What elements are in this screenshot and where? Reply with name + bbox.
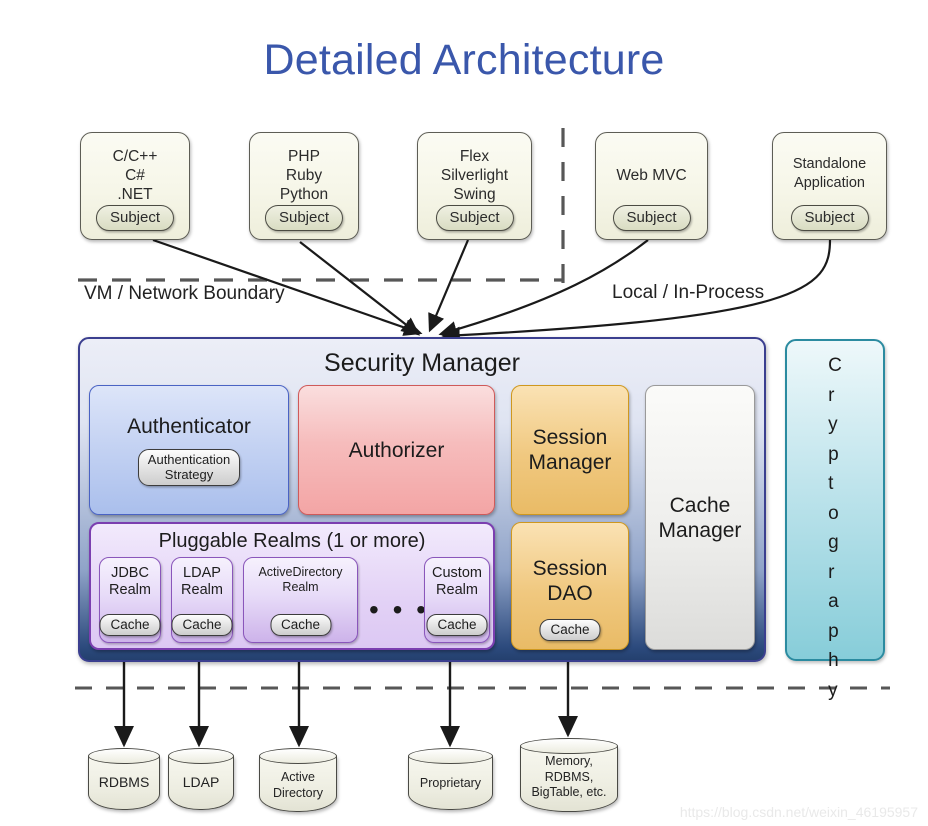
arrow-client2-to-securitymanager — [299, 241, 421, 336]
subject-badge[interactable]: Subject — [435, 205, 514, 231]
realm-activedirectory[interactable]: ActiveDirectory Realm Cache — [243, 557, 358, 643]
authentication-strategy-pill[interactable]: Authentication Strategy — [137, 449, 241, 486]
cylinder-top — [259, 748, 337, 764]
datastore-label: LDAP — [182, 774, 220, 790]
subject-badge[interactable]: Subject — [264, 205, 344, 231]
cylinder-top — [168, 748, 234, 764]
client-label: Web MVC — [616, 167, 687, 184]
client-label: C/C++ C# .NET — [112, 148, 158, 203]
cryptography-panel[interactable]: Cryptography — [785, 339, 885, 701]
watermark-text: https://blog.csdn.net/weixin_46195957 — [679, 804, 918, 820]
authorizer-panel[interactable]: Authorizer — [298, 385, 495, 515]
authorizer-label: Authorizer — [348, 438, 445, 462]
pluggable-realms-container[interactable]: Pluggable Realms (1 or more) JDBC Realm … — [89, 522, 495, 650]
datastore-label: Memory, RDBMS, BigTable, etc. — [531, 754, 607, 799]
cryptography-letter: a — [828, 591, 839, 612]
datastore-rdbms[interactable]: RDBMS — [88, 748, 160, 812]
authenticator-panel[interactable]: Authenticator Authentication Strategy — [89, 385, 289, 515]
client-box-richui[interactable]: Flex Silverlight Swing Subject — [417, 132, 532, 240]
realm-label: JDBC Realm — [109, 565, 151, 598]
realm-custom[interactable]: Custom Realm Cache — [424, 557, 490, 643]
realm-cache-pill[interactable]: Cache — [426, 614, 488, 636]
realm-cache-pill[interactable]: Cache — [99, 614, 161, 636]
realms-ellipsis: • • • — [369, 594, 429, 625]
realm-ldap[interactable]: LDAP Realm Cache — [171, 557, 233, 643]
client-box-native[interactable]: C/C++ C# .NET Subject — [80, 132, 190, 240]
client-label: Flex Silverlight Swing — [440, 148, 509, 203]
cryptography-letter: y — [828, 414, 838, 435]
client-box-webmvc[interactable]: Web MVC Subject — [595, 132, 708, 240]
session-dao-cache-pill[interactable]: Cache — [539, 619, 601, 641]
cryptography-letter: g — [828, 532, 839, 553]
cryptography-letter: p — [828, 443, 839, 465]
diagram-canvas: Detailed Architecture C/C++ C# .NET Subj… — [0, 0, 928, 826]
client-label: PHP Ruby Python — [279, 148, 329, 203]
session-manager-label: Session Manager — [528, 426, 612, 474]
datastore-memory[interactable]: Memory, RDBMS, BigTable, etc. — [520, 738, 618, 814]
cylinder-top — [408, 748, 493, 764]
datastore-label: Proprietary — [419, 776, 482, 790]
cylinder-top — [520, 738, 618, 754]
cylinder-top — [88, 748, 160, 764]
realm-cache-pill[interactable]: Cache — [171, 614, 233, 636]
client-label: Standalone Application — [792, 156, 867, 191]
datastore-label: Active Directory — [272, 770, 323, 800]
cryptography-letter: o — [828, 502, 839, 524]
realm-cache-pill[interactable]: Cache — [269, 614, 332, 636]
arrow-client3-to-securitymanager — [428, 239, 470, 333]
datastore-activedirectory[interactable]: Active Directory — [259, 748, 337, 814]
vm-network-boundary-label: VM / Network Boundary — [84, 283, 285, 304]
cryptography-letter: t — [828, 473, 834, 494]
cryptography-letter: r — [828, 384, 835, 406]
realm-label: LDAP Realm — [181, 565, 223, 598]
session-dao-panel[interactable]: Session DAO Cache — [511, 522, 629, 650]
cryptography-letter: p — [828, 620, 839, 642]
datastore-label: RDBMS — [98, 774, 150, 790]
cryptography-letter: y — [828, 679, 838, 701]
cache-manager-label: Cache Manager — [658, 493, 742, 542]
security-manager-title: Security Manager — [324, 349, 520, 377]
realm-label: ActiveDirectory Realm — [258, 565, 343, 594]
realm-jdbc[interactable]: JDBC Realm Cache — [99, 557, 161, 643]
client-box-standalone[interactable]: Standalone Application Subject — [772, 132, 887, 240]
pluggable-realms-title: Pluggable Realms (1 or more) — [158, 530, 426, 552]
subject-badge[interactable]: Subject — [612, 205, 691, 231]
realm-label: Custom Realm — [432, 565, 482, 598]
subject-badge[interactable]: Subject — [95, 205, 175, 231]
cryptography-letter: r — [828, 561, 835, 583]
subject-badge[interactable]: Subject — [790, 205, 869, 231]
local-inprocess-boundary-label: Local / In-Process — [612, 282, 765, 303]
cache-manager-panel[interactable]: Cache Manager — [645, 385, 755, 650]
datastore-ldap[interactable]: LDAP — [168, 748, 234, 812]
cryptography-letters: Cryptography — [828, 351, 842, 705]
authenticator-label: Authenticator — [127, 415, 251, 438]
page-title: Detailed Architecture — [263, 36, 665, 84]
client-box-scripting[interactable]: PHP Ruby Python Subject — [249, 132, 359, 240]
cryptography-letter: h — [828, 650, 839, 671]
datastore-proprietary[interactable]: Proprietary — [408, 748, 493, 812]
cryptography-letter: C — [828, 355, 842, 376]
session-dao-label: Session DAO — [532, 557, 608, 605]
session-manager-panel[interactable]: Session Manager — [511, 385, 629, 515]
